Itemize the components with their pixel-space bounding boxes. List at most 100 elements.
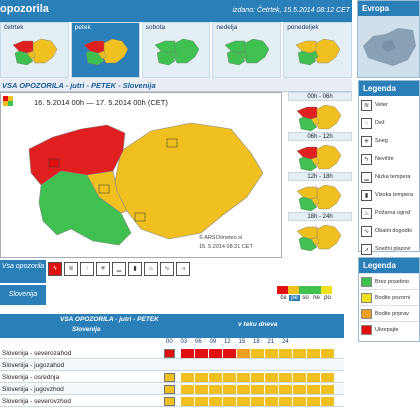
fire-filter-icon[interactable]: ♨	[144, 262, 158, 276]
legend-item: ϟ Nevihte	[359, 150, 419, 168]
timeline-cell	[195, 373, 209, 382]
level-item: Bodite pozorni	[359, 289, 419, 305]
low-temp-filter-icon[interactable]: ▁	[112, 262, 126, 276]
timeline-cell	[223, 397, 237, 406]
timeline-cell	[209, 373, 223, 382]
day-tab-label: ponedeljek	[287, 24, 319, 31]
timeline-cell	[265, 373, 279, 382]
legend-label: Nevihte	[375, 156, 394, 162]
slovenia-warning-map[interactable]: © ARSO/meteo.si 15. 5.2014 08:31 CET	[0, 92, 282, 258]
page-title: opozorila	[0, 3, 49, 15]
timeline-cell	[321, 397, 335, 406]
day-selector-item[interactable]: pe	[289, 295, 300, 301]
table-row[interactable]: Slovenija - jugovzhod	[0, 384, 344, 395]
timeline-cell	[181, 385, 195, 394]
day-selector-item[interactable]: so	[300, 295, 311, 301]
level-label: Ukrepajte	[375, 326, 399, 333]
timeline-cells	[181, 373, 335, 382]
timeline-cell	[307, 397, 321, 406]
hour-slot-1[interactable]: 06h - 12h	[288, 132, 352, 175]
hour-tick: 09	[209, 339, 217, 345]
timeline-cell	[307, 385, 321, 394]
day-tab-1[interactable]: petek	[70, 22, 140, 78]
level-swatch	[361, 292, 372, 303]
warning-type-icon	[164, 385, 175, 394]
timeline-cell	[181, 373, 195, 382]
snow-icon: ✳	[361, 135, 372, 147]
legend-label: Dež	[375, 120, 385, 126]
timeline-cell	[279, 349, 293, 358]
thunderstorm-filter-icon[interactable]: ϟ	[48, 262, 62, 276]
region-name: Slovenija - osrednja	[2, 374, 60, 381]
coastal-filter-icon[interactable]: ∿	[160, 262, 174, 276]
europe-title: Evropa	[358, 1, 419, 16]
level-label: Bodite pozorni	[375, 294, 411, 301]
day-selector-item[interactable]: ne	[311, 295, 322, 301]
wind-filter-icon[interactable]: ≋	[64, 262, 78, 276]
level-swatch	[361, 324, 372, 335]
timeline-cell	[251, 349, 265, 358]
legend-label: Sneg	[375, 138, 388, 144]
day-color-swatch	[277, 286, 288, 294]
timeline-cell	[237, 385, 251, 394]
timeline-cell	[251, 385, 265, 394]
legend-label: Nizka tempera	[375, 174, 411, 180]
page-header: opozorila izdano: Četrtek, 15.5.2014 08:…	[0, 0, 352, 22]
table-row[interactable]: Slovenija - severozahod	[0, 348, 344, 359]
hour-slot-2[interactable]: 12h - 18h	[288, 172, 352, 215]
europe-panel[interactable]: Evropa	[357, 0, 420, 78]
hour-tick: 15	[238, 339, 246, 345]
timeline-cell	[181, 349, 195, 358]
legend-item: ∿ Obalni dogodki	[359, 222, 419, 240]
timeline-cell	[321, 373, 335, 382]
hour-tick: 06	[195, 339, 202, 345]
level-swatch	[361, 308, 372, 319]
legend-label: Visoka tempera	[375, 192, 414, 198]
rain-filter-icon[interactable]: ⁖	[80, 262, 94, 276]
table-row[interactable]: Slovenija - jugozahod	[0, 360, 344, 371]
hour-slot-3[interactable]: 18h - 24h	[288, 212, 352, 255]
wind-icon: ≋	[361, 99, 372, 111]
snow-filter-icon[interactable]: ✳	[96, 262, 110, 276]
day-selector-item[interactable]: po	[322, 295, 333, 301]
day-tab-4[interactable]: ponedeljek	[283, 22, 352, 78]
legend-label: Požarna ogrož	[375, 210, 411, 216]
legend-item: ♨ Požarna ogrož	[359, 204, 419, 222]
region-column-header: Slovenija	[72, 326, 101, 333]
day-tab-0[interactable]: četrtek	[0, 22, 69, 78]
day-color-bar	[277, 286, 332, 294]
timeline-cell	[307, 349, 321, 358]
day-color-swatch	[288, 286, 299, 294]
legend-item: ≋ Veter	[359, 96, 419, 114]
low-temperature-icon: ▁	[361, 171, 372, 183]
hour-slot-label: 00h - 06h	[288, 92, 352, 101]
day-tab-label: petek	[74, 24, 91, 31]
day-tab-2[interactable]: sobota	[141, 22, 211, 78]
hour-slot-0[interactable]: 00h - 06h	[288, 92, 352, 135]
timeline-cell	[265, 397, 279, 406]
timeline-cell	[307, 373, 321, 382]
slovenia-button[interactable]: Slovenija	[0, 285, 46, 305]
table-title: VSA OPOZORILA - jutri - PETEK	[60, 316, 159, 323]
warning-type-icon	[164, 397, 175, 406]
day-tab-label: četrtek	[4, 24, 24, 31]
avalanche-filter-icon[interactable]: ⩘	[176, 262, 190, 276]
table-row[interactable]: Slovenija - osrednja	[0, 372, 344, 383]
breadcrumb: VSA OPOZORILA - jutri - PETEK - Slovenij…	[0, 78, 352, 92]
day-tab-label: sobota	[145, 24, 166, 31]
warning-level-legend: Legenda Brez posebno Bodite pozorni Bodite…	[358, 257, 420, 342]
legend-item: ▁ Nizka tempera	[359, 168, 419, 186]
region-name: Slovenija - severovzhod	[2, 398, 72, 405]
hour-slot-label: 12h - 18h	[288, 172, 352, 181]
timeline-cell	[209, 349, 223, 358]
day-selector-item[interactable]: če	[278, 295, 289, 301]
timeline-cell	[279, 397, 293, 406]
table-row[interactable]: Slovenija - severovzhod	[0, 396, 344, 407]
timeline-cells	[181, 385, 335, 394]
all-warnings-button[interactable]: Vsa opozorila	[0, 260, 46, 283]
day-tab-3[interactable]: nedelja	[212, 22, 282, 78]
avalanche-icon: ⩘	[361, 243, 372, 255]
legend-title: Legenda	[359, 258, 419, 273]
high-temp-filter-icon[interactable]: ▮	[128, 262, 142, 276]
timeline-cell	[237, 349, 251, 358]
